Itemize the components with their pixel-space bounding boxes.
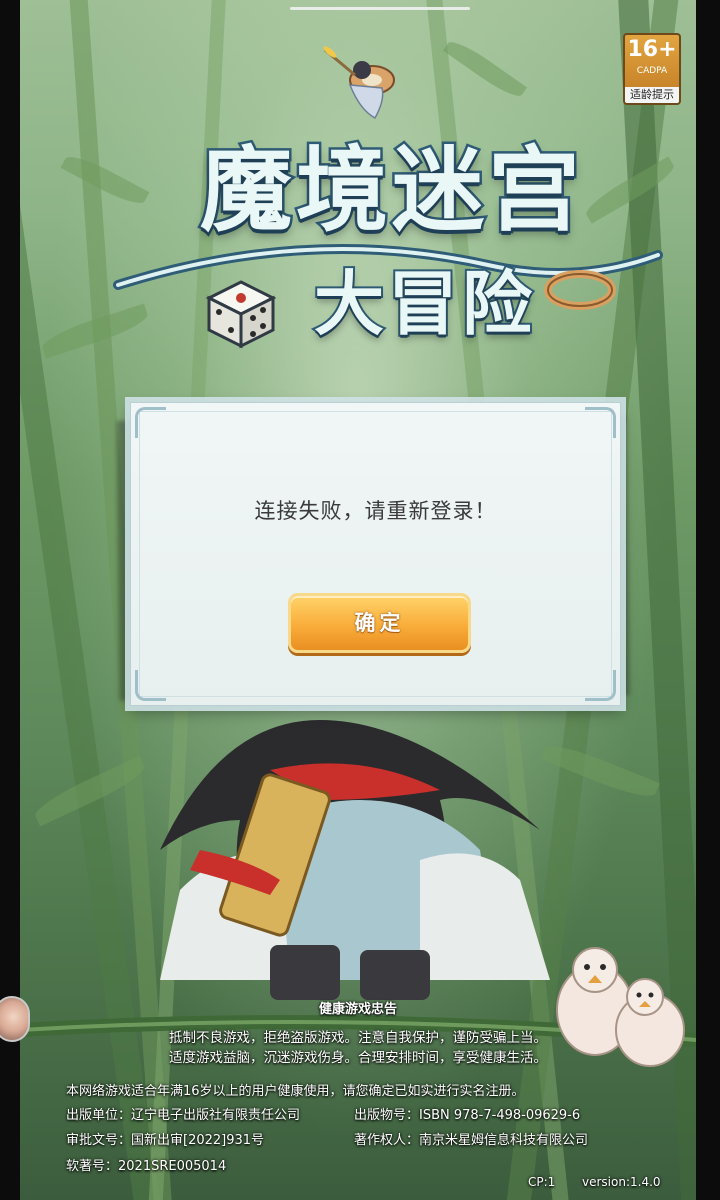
- age-notice-text: 本网络游戏适合年满16岁以上的用户健康使用，请您确定已如实进行实名注册。: [66, 1084, 525, 1099]
- dialog-message: 连接失败，请重新登录！: [254, 499, 497, 523]
- version-label: version:1.4.0: [582, 1175, 661, 1189]
- confirm-button[interactable]: 确定: [288, 593, 471, 653]
- flying-character-illustration: [323, 46, 395, 120]
- age-rating-org: CADPA: [636, 66, 668, 76]
- age-rating-badge[interactable]: 16+ CADPA 适龄提示: [623, 33, 681, 105]
- error-dialog: 连接失败，请重新登录！ 确定: [130, 402, 621, 706]
- health-notice-title: 健康游戏忠告: [318, 1002, 397, 1017]
- dialog-inner-border: [139, 411, 612, 697]
- age-rating-number: 16+: [627, 37, 677, 62]
- approval-number-text: 审批文号：国新出审[2022]931号: [66, 1133, 265, 1148]
- dice-icon: [205, 280, 277, 349]
- cp-label: CP:1: [528, 1175, 556, 1189]
- health-notice-line: 抵制不良游戏，拒绝盗版游戏。注意自我保护，谨防受骗上当。: [169, 1030, 547, 1046]
- copyright-owner-text: 著作权人：南京米星姆信息科技有限公司: [354, 1133, 589, 1148]
- leaf-deco: [60, 150, 150, 210]
- dialog-corner-ornament: [585, 407, 616, 438]
- dialog-corner-ornament: [135, 407, 166, 438]
- age-rating-label: 适龄提示: [623, 87, 681, 105]
- dialog-corner-ornament: [585, 670, 616, 701]
- publication-number-text: 出版物号：ISBN 978-7-498-09629-6: [354, 1108, 581, 1123]
- leaf-deco: [442, 35, 528, 103]
- logo-title-line1: 魔境迷宫: [197, 134, 584, 247]
- game-screen: 16+ CADPA 适龄提示 魔境迷宫 大冒险 连接失败，请重新登录！ 确定 健…: [20, 0, 696, 1200]
- logo-title-line2: 大冒险: [312, 260, 536, 347]
- age-rating-top: 16+ CADPA: [623, 33, 681, 87]
- software-registration-text: 软著号：2021SRE005014: [66, 1159, 227, 1174]
- dialog-corner-ornament: [135, 670, 166, 701]
- health-notice-line: 适度游戏益脑，沉迷游戏伤身。合理安排时间，享受健康生活。: [169, 1050, 547, 1066]
- publisher-text: 出版单位：辽宁电子出版社有限责任公司: [66, 1108, 301, 1123]
- home-indicator[interactable]: [290, 7, 470, 10]
- ring-decoration: [544, 270, 616, 310]
- avatar-icon[interactable]: [0, 996, 30, 1042]
- hero-character-illustration: [160, 720, 550, 1000]
